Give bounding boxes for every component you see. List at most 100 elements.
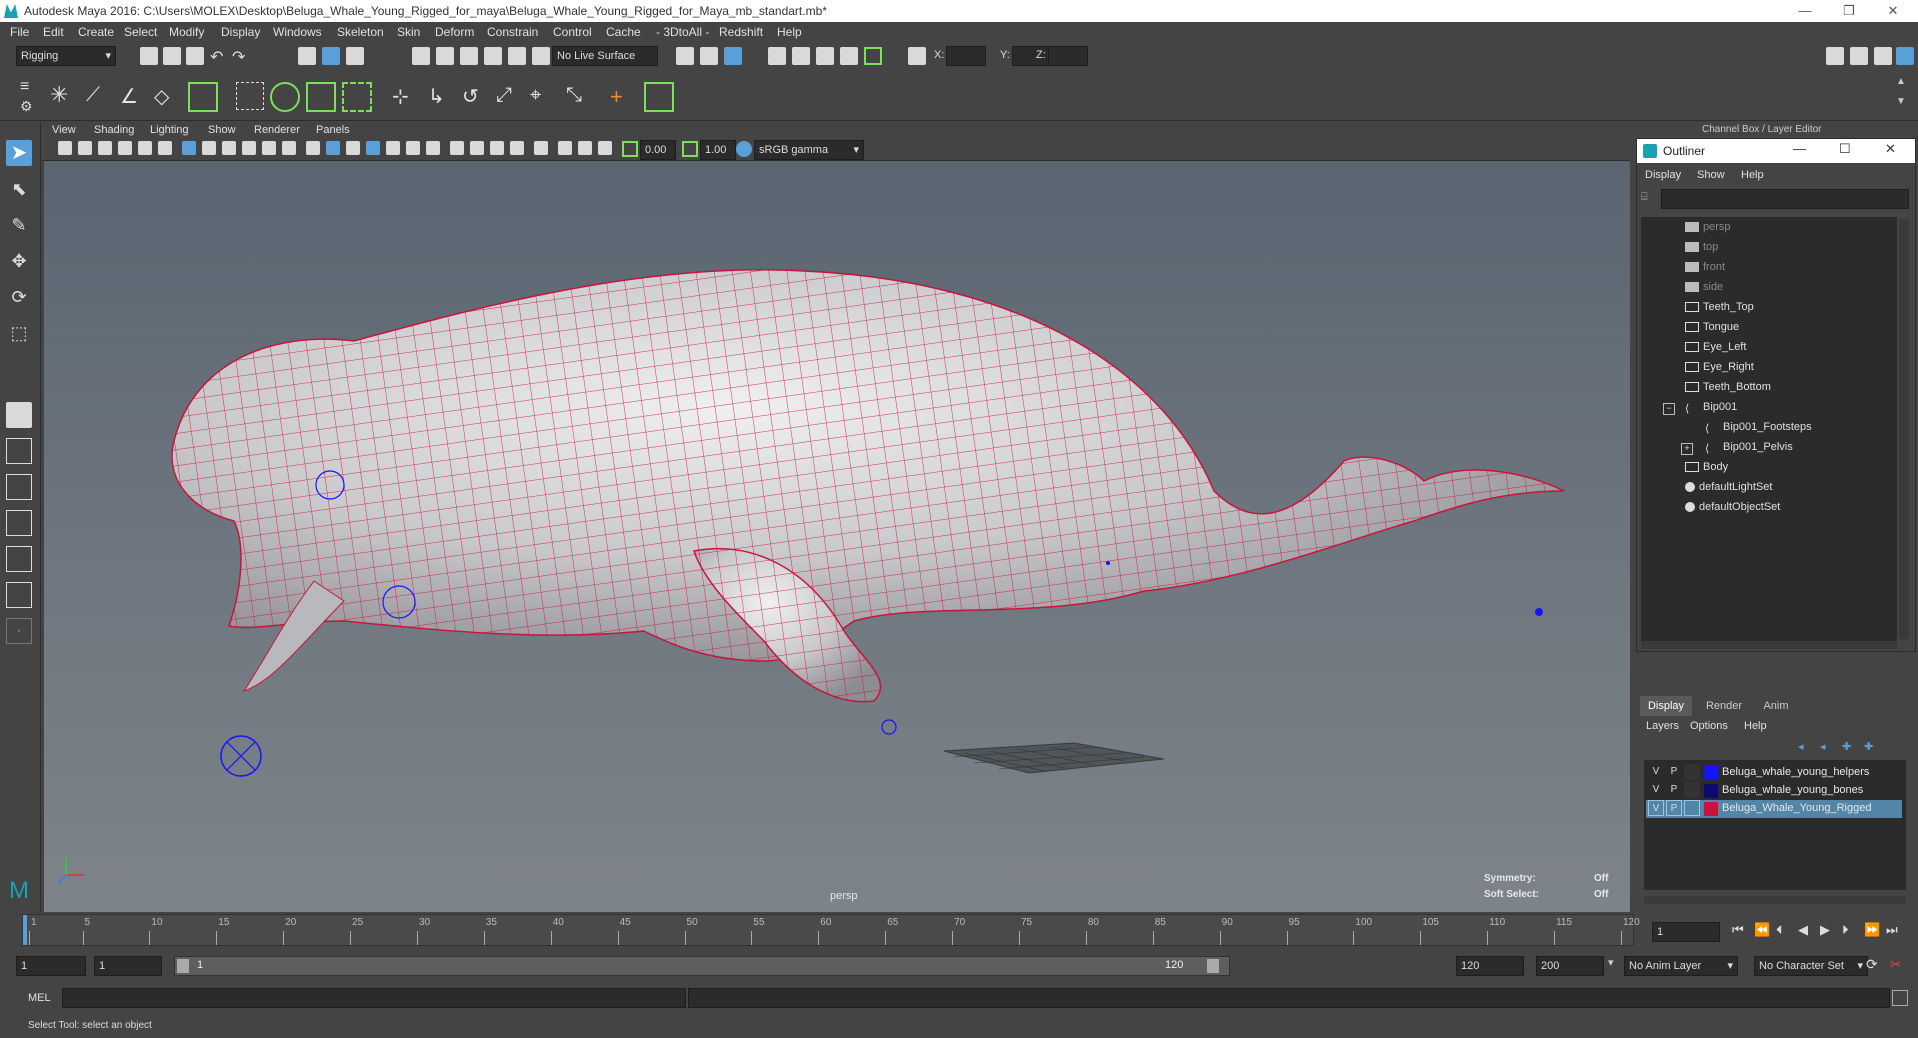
color-space-dropdown[interactable]: sRGB gamma ▾ <box>754 140 864 160</box>
isolate-select-icon[interactable] <box>534 141 548 155</box>
outliner-search-input[interactable] <box>1661 189 1909 209</box>
outliner-item-default-light-set[interactable]: defaultLightSet <box>1685 481 1772 499</box>
menu-modify[interactable]: Modify <box>169 25 204 39</box>
undo-icon[interactable]: ↶ <box>210 47 228 66</box>
tab-display[interactable]: Display <box>1640 696 1692 716</box>
outliner-horizontal-scrollbar[interactable] <box>1641 641 1897 649</box>
layer-row-bones[interactable]: V P Beluga_whale_young_bones <box>1646 782 1902 800</box>
menu-cache[interactable]: Cache <box>606 25 641 39</box>
script-editor-icon[interactable] <box>1892 990 1908 1006</box>
outliner-item-eye-right[interactable]: Eye_Right <box>1685 361 1754 379</box>
vp-menu-panels[interactable]: Panels <box>316 124 350 136</box>
layer-playback-toggle[interactable]: P <box>1666 800 1682 816</box>
layer-visibility-toggle[interactable]: V <box>1648 800 1664 816</box>
vp-menu-show[interactable]: Show <box>208 124 236 136</box>
new-layer-icon[interactable]: ✚ <box>1842 740 1856 754</box>
transform-mode-icon[interactable] <box>908 47 926 65</box>
ipr-render-icon[interactable] <box>816 47 834 65</box>
outliner-item-teeth-bottom[interactable]: Teeth_Bottom <box>1685 381 1771 399</box>
character-set-dropdown[interactable]: No Character Set ▾ <box>1754 956 1868 976</box>
snap-view-icon[interactable] <box>484 47 502 65</box>
snap-grid-icon[interactable] <box>412 47 430 65</box>
move-layer-up-icon[interactable]: ◂ <box>1798 740 1812 754</box>
parent-constraint-icon[interactable]: ⌖ <box>530 84 556 110</box>
vp-menu-renderer[interactable]: Renderer <box>254 124 300 136</box>
film-gate-icon[interactable] <box>202 141 216 155</box>
move-tool-icon[interactable]: ✥ <box>6 248 32 274</box>
anim-layer-dropdown[interactable]: No Anim Layer ▾ <box>1624 956 1738 976</box>
snap-point-icon[interactable] <box>460 47 478 65</box>
lights-icon[interactable] <box>406 141 420 155</box>
menu-3dtoall[interactable]: - 3DtoAll - <box>656 25 709 39</box>
vp-menu-lighting[interactable]: Lighting <box>150 124 189 136</box>
wireframe-icon[interactable] <box>306 141 320 155</box>
auto-key-icon[interactable]: ⟳ <box>1866 956 1878 973</box>
mode-selector[interactable]: Rigging ▾ <box>16 46 116 66</box>
camera-select-icon[interactable] <box>58 141 72 155</box>
shelf-settings-icon[interactable]: ⚙ <box>20 98 38 116</box>
new-scene-icon[interactable] <box>140 47 158 65</box>
menu-skin[interactable]: Skin <box>397 25 420 39</box>
layer-visibility-toggle[interactable]: V <box>1648 782 1664 798</box>
layer-color-swatch[interactable] <box>1704 766 1718 780</box>
play-backwards-icon[interactable]: ◀ <box>1798 922 1808 938</box>
layer-color-swatch[interactable] <box>1704 802 1718 816</box>
go-to-end-icon[interactable]: ⏭ <box>1886 922 1898 938</box>
current-time-marker[interactable] <box>23 915 27 945</box>
modeling-toolkit-icon[interactable] <box>1826 47 1844 65</box>
menu-deform[interactable]: Deform <box>435 25 474 39</box>
grease-pencil-icon[interactable] <box>158 141 172 155</box>
time-slider[interactable]: 1 5 10 15 20 25 30 35 40 45 50 55 60 65 70 75 80 85 90 95 10… <box>0 912 1918 950</box>
redo-icon[interactable]: ↷ <box>232 47 250 66</box>
outliner-item-tongue[interactable]: Tongue <box>1685 321 1739 339</box>
point-constraint-icon[interactable]: ⊹ <box>392 84 418 110</box>
current-frame-field[interactable]: 1 <box>1652 922 1720 942</box>
mirror-joint-icon[interactable]: ◇ <box>154 84 178 108</box>
layer-display-type[interactable] <box>1684 764 1700 780</box>
flipper-control[interactable] <box>881 719 897 735</box>
ik-handle-icon[interactable]: ⟋ <box>86 84 110 108</box>
outliner-menu-show[interactable]: Show <box>1697 169 1725 181</box>
y-field[interactable] <box>1012 46 1052 66</box>
exposure-field[interactable]: 0.00 <box>640 140 676 160</box>
outliner-vertical-scrollbar[interactable] <box>1899 219 1909 639</box>
xray-icon[interactable] <box>558 141 572 155</box>
outliner-item-side[interactable]: side <box>1685 281 1723 299</box>
aim-constraint-icon[interactable]: ↳ <box>428 84 454 110</box>
outliner-menu-help[interactable]: Help <box>1741 169 1764 181</box>
open-scene-icon[interactable] <box>163 47 181 65</box>
time-ruler[interactable]: 1 5 10 15 20 25 30 35 40 45 50 55 60 65 70 75 80 85 90 95 10… <box>22 914 1640 946</box>
save-scene-icon[interactable] <box>186 47 204 65</box>
smooth-shade-icon[interactable] <box>326 141 340 155</box>
make-live-icon[interactable] <box>532 47 550 65</box>
scene-canvas[interactable] <box>44 161 1630 912</box>
outliner-item-front[interactable]: front <box>1685 261 1725 279</box>
select-object-icon[interactable] <box>322 47 340 65</box>
outliner-item-default-object-set[interactable]: defaultObjectSet <box>1685 501 1780 519</box>
layer-row-rigged[interactable]: V P Beluga_Whale_Young_Rigged <box>1646 800 1902 818</box>
move-layer-down-icon[interactable]: ◂ <box>1820 740 1834 754</box>
close-button[interactable]: ✕ <box>1870 0 1916 22</box>
tab-anim[interactable]: Anim <box>1752 696 1800 716</box>
menu-redshift[interactable]: Redshift <box>719 25 763 39</box>
z-field[interactable] <box>1048 46 1088 66</box>
outliner-item-bip001[interactable]: ⟨ Bip001 <box>1685 401 1737 419</box>
outliner-item-persp[interactable]: persp <box>1685 221 1731 239</box>
field-chart-icon[interactable] <box>262 141 276 155</box>
outliner-item-body[interactable]: Body <box>1685 461 1728 479</box>
construction-history-icon[interactable] <box>724 47 742 65</box>
sdk-icon[interactable] <box>644 82 674 112</box>
menu-edit[interactable]: Edit <box>43 25 64 39</box>
spine-control[interactable] <box>1106 561 1110 565</box>
locator-icon[interactable]: + <box>610 84 636 110</box>
minimize-button[interactable]: — <box>1782 0 1828 22</box>
custom-layout-icon[interactable]: · <box>6 618 32 644</box>
bind-skin-icon[interactable] <box>188 82 218 112</box>
range-bar[interactable]: 1 120 <box>174 956 1230 976</box>
animation-end-field[interactable]: 200 <box>1536 956 1604 976</box>
select-hierarchy-icon[interactable] <box>298 47 316 65</box>
collapse-toggle-icon[interactable]: − <box>1663 403 1675 415</box>
menu-create[interactable]: Create <box>78 25 114 39</box>
menu-windows[interactable]: Windows <box>273 25 322 39</box>
menu-control[interactable]: Control <box>553 25 592 39</box>
